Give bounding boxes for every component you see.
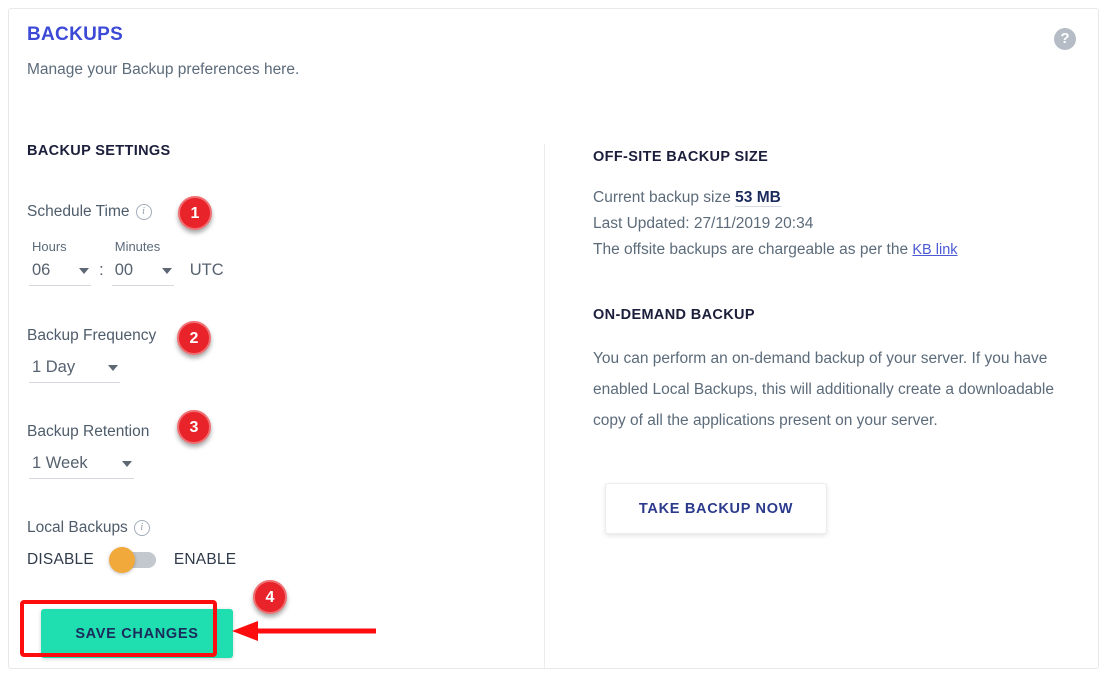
time-separator: : [99,260,104,279]
page-subtitle: Manage your Backup preferences here. [27,61,300,78]
current-backup-size-prefix: Current backup size [593,189,736,206]
kb-link[interactable]: KB link [912,242,957,258]
backup-settings-heading: BACKUP SETTINGS [27,143,171,159]
minutes-field: Minutes 00 [111,239,174,286]
hours-field: Hours 06 [29,239,91,286]
backup-frequency-label: Backup Frequency [27,327,156,345]
backup-settings-column: BACKUP SETTINGS Schedule Time i Hours 06… [27,143,527,658]
chargeable-note-text: The offsite backups are chargeable as pe… [593,241,913,258]
chevron-down-icon [79,267,89,274]
chevron-down-icon [161,267,172,274]
on-demand-backup-description: You can perform an on-demand backup of y… [593,350,1054,429]
backup-frequency-select[interactable]: 1 Day [29,358,120,383]
backups-card: BACKUPS Manage your Backup preferences h… [8,8,1099,669]
minutes-select[interactable]: 00 [111,261,174,286]
local-backups-label: Local Backups i [27,519,150,537]
local-backups-label-text: Local Backups [27,519,128,536]
offsite-backup-details: Current backup size 53 MB Last Updated: … [593,185,1073,263]
page-title: BACKUPS [27,24,124,45]
info-icon[interactable]: i [135,204,152,220]
last-updated-line: Last Updated: 27/11/2019 20:34 [593,215,814,232]
annotation-arrow-to-save-changes [232,621,376,641]
chargeable-note-line: The offsite backups are chargeable as pe… [593,237,1073,263]
local-backups-toggle[interactable] [108,547,156,573]
annotation-highlight-save-changes [20,600,217,657]
backup-retention-value: 1 Week [32,454,88,472]
current-backup-size-line: Current backup size 53 MB [593,185,1073,211]
annotation-badge-1: 1 [178,196,212,230]
backup-retention-label-text: Backup Retention [27,423,150,440]
backup-retention-label: Backup Retention [27,423,149,441]
local-backups-toggle-row: DISABLE ENABLE [27,547,237,573]
minutes-value: 00 [114,261,134,279]
hours-value: 06 [32,261,51,279]
chevron-down-icon [122,460,132,467]
annotation-badge-2: 2 [177,321,211,355]
annotation-badge-3: 3 [177,410,211,444]
on-demand-backup-heading: ON-DEMAND BACKUP [593,307,755,323]
toggle-off-label: DISABLE [27,551,94,568]
hours-select[interactable]: 06 [29,261,91,286]
schedule-time-row: Hours 06 : Minutes 00 UTC [29,239,224,286]
minutes-caption: Minutes [114,239,161,254]
backup-frequency-value: 1 Day [32,358,76,376]
schedule-time-label: Schedule Time i [27,203,152,221]
schedule-time-label-text: Schedule Time [27,203,130,220]
current-backup-size-value: 53 MB [735,189,781,207]
annotation-badge-4: 4 [253,580,287,614]
hours-caption: Hours [32,239,67,254]
backup-frequency-label-text: Backup Frequency [27,327,157,344]
help-icon[interactable]: ? [1054,28,1076,50]
take-backup-now-button[interactable]: TAKE BACKUP NOW [605,483,827,534]
backup-retention-select[interactable]: 1 Week [29,454,134,479]
toggle-knob [108,547,135,573]
offsite-backup-size-heading: OFF-SITE BACKUP SIZE [593,149,769,165]
toggle-on-label: ENABLE [173,551,237,568]
chevron-down-icon [108,364,118,371]
column-divider [544,144,545,668]
info-icon[interactable]: i [133,520,150,536]
timezone-label: UTC [189,261,224,279]
